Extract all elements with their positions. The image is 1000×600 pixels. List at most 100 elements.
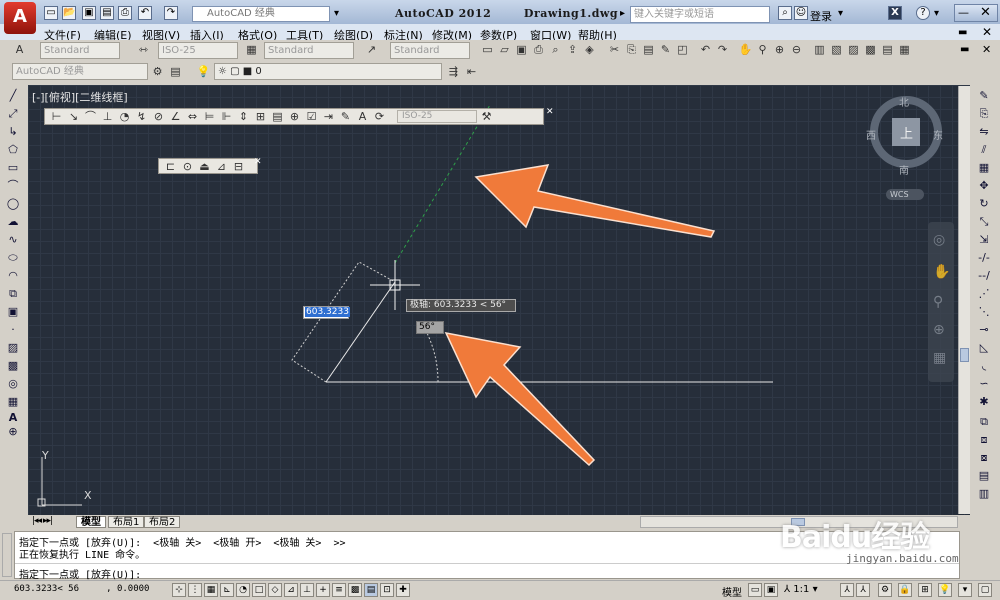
properties-icon[interactable]: ▥	[812, 42, 827, 57]
draworder-icon[interactable]: ⧉	[975, 415, 993, 429]
break-icon[interactable]: ⋱	[975, 305, 993, 319]
scale-icon[interactable]: ⤡	[975, 215, 993, 229]
gradient-icon[interactable]: ▩	[4, 359, 22, 373]
3d-object-snap-icon[interactable]: ◇	[268, 583, 282, 597]
mirror-icon[interactable]: ⇋	[975, 125, 993, 139]
tool-palettes-icon[interactable]: ▨	[846, 42, 861, 57]
auto-scale-icon[interactable]: ⅄	[856, 583, 870, 597]
annotation-monitor-icon[interactable]: ✚	[396, 583, 410, 597]
workspace-settings-icon[interactable]: ⚙	[150, 64, 165, 79]
steeringwheel-icon[interactable]: ◎	[933, 232, 945, 248]
quick-dim-icon[interactable]: ⇔	[185, 109, 200, 124]
quick-view-drawings-icon[interactable]: ▣	[764, 583, 778, 597]
table-style-icon[interactable]: ▦	[244, 42, 259, 57]
diameter-icon[interactable]: ⊘	[151, 109, 166, 124]
tab-model[interactable]: 模型	[76, 516, 106, 528]
polygon-icon[interactable]: ⬠	[4, 143, 22, 157]
linear-dim-icon[interactable]: ⊢	[49, 109, 64, 124]
multileader-style-select[interactable]: Standard	[390, 42, 470, 59]
rectangle-icon[interactable]: ▭	[4, 161, 22, 175]
angle-input-field[interactable]: 56°	[416, 321, 444, 334]
table-icon[interactable]: ▦	[4, 395, 22, 409]
annotation-scale[interactable]: ⅄ 1:1 ▾	[784, 584, 818, 595]
dynamic-ucs-icon[interactable]: ⊥	[300, 583, 314, 597]
toolbar-close-icon[interactable]: ✕	[982, 43, 991, 56]
design-center-icon[interactable]: ▧	[829, 42, 844, 57]
print-toolbar-icon[interactable]: ⎙	[531, 42, 546, 57]
dim-text-edit-icon[interactable]: A	[355, 109, 370, 124]
match-properties-icon[interactable]: ✎	[658, 42, 673, 57]
jogged-linear-icon[interactable]: ⇥	[321, 109, 336, 124]
multileader-style-icon[interactable]: ↗	[364, 42, 379, 57]
arc-icon[interactable]: ⌒	[4, 179, 22, 193]
selection-cycling-icon[interactable]: ⊡	[380, 583, 394, 597]
dim-update-icon[interactable]: ⟳	[372, 109, 387, 124]
move-icon[interactable]: ✥	[975, 179, 993, 193]
help-icon[interactable]: ?	[916, 6, 930, 20]
zoom-nav-icon[interactable]: ⚲	[933, 294, 943, 310]
text-style-select[interactable]: Standard	[40, 42, 120, 59]
help-dropdown-icon[interactable]: ▾	[934, 8, 939, 19]
print-icon[interactable]: ⎙	[118, 6, 132, 20]
ellipse-icon[interactable]: ⬭	[4, 251, 22, 265]
viewcube-east[interactable]: 东	[933, 127, 943, 142]
offset-icon[interactable]: ⫽	[975, 143, 993, 157]
infer-constraints-icon[interactable]: ⊹	[172, 583, 186, 597]
undo-icon[interactable]: ↶	[138, 6, 152, 20]
snap-mode-icon[interactable]: ⋮	[188, 583, 202, 597]
exchange-icon[interactable]: X	[888, 6, 902, 20]
tab-layout2[interactable]: 布局2	[144, 516, 181, 528]
annotation-visibility-icon[interactable]: ⅄	[840, 583, 854, 597]
zoom-window-icon[interactable]: ⊕	[772, 42, 787, 57]
blend-curves-icon[interactable]: ∽	[975, 377, 993, 391]
minimize-icon[interactable]: —	[958, 6, 969, 19]
command-prompt[interactable]: 指定下一点或 [放弃(U)]:	[19, 566, 141, 581]
table-style-select[interactable]: Standard	[264, 42, 354, 59]
explode-icon[interactable]: ✱	[975, 395, 993, 409]
extend-icon[interactable]: --/	[975, 269, 993, 283]
layer-manager-icon[interactable]: ▤	[168, 64, 183, 79]
login-button[interactable]: 登录	[810, 8, 832, 24]
cut-icon[interactable]: ✂	[607, 42, 622, 57]
drawing-canvas[interactable]: [-][俯视][二维线框] ⊢ ↘ ⌒ ⊥ ◔ ↯ ⊘ ∠ ⇔ ⊨ ⊩ ⇕ ⊞ …	[28, 85, 970, 515]
save-as-icon[interactable]: ▤	[100, 6, 114, 20]
remove-leader-icon[interactable]: ⏏	[197, 159, 212, 174]
dim-style-manager-icon[interactable]: ⚒	[479, 109, 494, 124]
break-at-point-icon[interactable]: ⋰	[975, 287, 993, 301]
baseline-icon[interactable]: ⊨	[202, 109, 217, 124]
redo-toolbar-icon[interactable]: ↷	[715, 42, 730, 57]
aligned-dim-icon[interactable]: ↘	[66, 109, 81, 124]
open-icon[interactable]: ▱	[497, 42, 512, 57]
sheet-set-icon[interactable]: ▩	[863, 42, 878, 57]
collect-leader-icon[interactable]: ⊟	[231, 159, 246, 174]
circle-icon[interactable]: ◯	[4, 197, 22, 211]
text-above-icon[interactable]: ▤	[975, 469, 993, 483]
dim-style-icon[interactable]: ⇿	[136, 42, 151, 57]
ellipse-arc-icon[interactable]: ◠	[4, 269, 22, 283]
status-bar-menu-icon[interactable]: ▾	[958, 583, 972, 597]
tab-layout1[interactable]: 布局1	[108, 516, 145, 528]
publish-icon[interactable]: ⇪	[565, 42, 580, 57]
open-file-icon[interactable]: 📂	[62, 6, 76, 20]
clean-screen-icon[interactable]: ▢	[978, 583, 992, 597]
dim-toolbar-style-select[interactable]: ISO-25	[397, 110, 477, 123]
chamfer-icon[interactable]: ◺	[975, 341, 993, 355]
trim-icon[interactable]: -/-	[975, 251, 993, 265]
insert-block-icon[interactable]: ⧉	[4, 287, 22, 301]
continue-icon[interactable]: ⊩	[219, 109, 234, 124]
vertical-scrollbar[interactable]	[958, 86, 970, 514]
arc-length-icon[interactable]: ⌒	[83, 109, 98, 124]
tab-navigation-icon[interactable]: |◂◂ ▸▸|	[32, 516, 53, 526]
pan-nav-icon[interactable]: ✋	[933, 264, 950, 280]
make-current-icon[interactable]: ⇶	[446, 64, 461, 79]
viewcube-west[interactable]: 西	[866, 127, 876, 142]
new-file-icon[interactable]: ▭	[44, 6, 58, 20]
text-toolbar-close-icon[interactable]: ✕	[254, 157, 262, 167]
hatch-icon[interactable]: ▨	[4, 341, 22, 355]
point-icon[interactable]: ·	[4, 323, 22, 337]
application-menu-button[interactable]: A	[4, 2, 36, 34]
jogged-icon[interactable]: ↯	[134, 109, 149, 124]
close-icon[interactable]: ✕	[980, 5, 991, 20]
save-icon[interactable]: ▣	[82, 6, 96, 20]
ortho-mode-icon[interactable]: ⊾	[220, 583, 234, 597]
